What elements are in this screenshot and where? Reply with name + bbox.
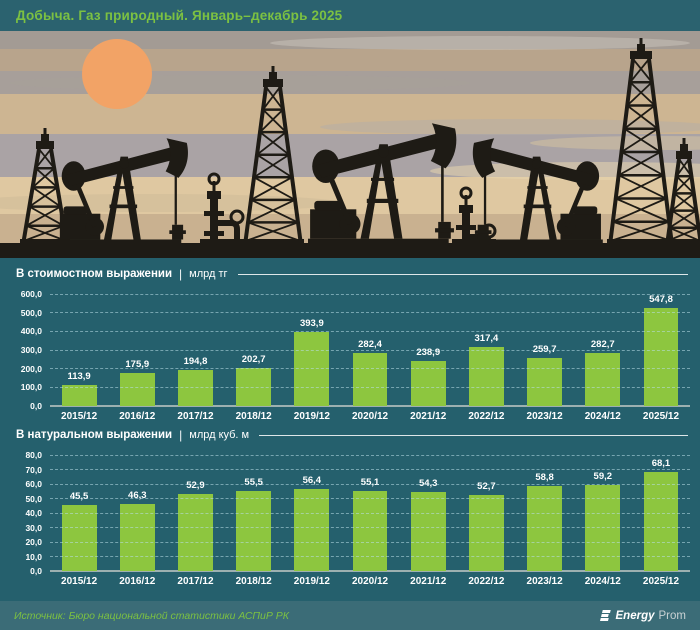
- gridline: [50, 387, 690, 388]
- x-axis-tick-label: 2017/12: [166, 411, 224, 422]
- chart-title: В стоимостном выражении: [16, 268, 172, 280]
- title-rule-line: [238, 274, 688, 275]
- gridline: [50, 527, 690, 528]
- chart-unit: млрд тг: [189, 268, 227, 280]
- x-axis-tick-label: 2023/12: [516, 576, 574, 587]
- bar: [62, 505, 97, 571]
- bar: [120, 373, 155, 406]
- x-axis-tick-label: 2023/12: [516, 411, 574, 422]
- oilfield-illustration: [0, 31, 700, 258]
- gridline: [50, 294, 690, 295]
- x-axis-tick-label: 2021/12: [399, 576, 457, 587]
- header-bar: Добыча. Газ природный. Январь–декабрь 20…: [0, 0, 700, 31]
- x-axis-tick-label: 2017/12: [166, 576, 224, 587]
- title-rule-line: [259, 435, 688, 436]
- gridline: [50, 469, 690, 470]
- energyprom-e-icon: [599, 609, 612, 622]
- gridline: [50, 484, 690, 485]
- chart-physical-terms: В натуральном выражении | млрд куб. м 45…: [14, 428, 692, 591]
- bar-value-label: 113,9: [67, 371, 90, 382]
- bar: [62, 385, 97, 406]
- bar: [353, 353, 388, 406]
- energyprom-logo: Energy Prom: [599, 609, 686, 622]
- bar: [644, 308, 679, 406]
- bar-value-label: 68,1: [652, 458, 671, 469]
- x-axis-tick-label: 2025/12: [632, 411, 690, 422]
- bar-value-label: 58,8: [535, 472, 554, 483]
- gridline: [50, 350, 690, 351]
- chart-title: В натуральном выражении: [16, 429, 172, 441]
- bar-value-label: 55,5: [244, 477, 263, 488]
- gridline: [50, 513, 690, 514]
- gridline: [50, 455, 690, 456]
- x-axis-tick-label: 2020/12: [341, 411, 399, 422]
- chart-unit: млрд куб. м: [189, 429, 249, 441]
- bar-value-label: 547,8: [649, 294, 673, 305]
- bar: [120, 504, 155, 571]
- x-axis-tick-label: 2015/12: [50, 411, 108, 422]
- x-axis-tick-label: 2022/12: [457, 576, 515, 587]
- bar: [469, 495, 504, 571]
- footer-bar: Источник: Бюро национальной статистики А…: [0, 601, 700, 630]
- gridline: [50, 542, 690, 543]
- x-axis-tick-label: 2021/12: [399, 411, 457, 422]
- x-axis-tick-label: 2024/12: [574, 411, 632, 422]
- bar-value-label: 45,5: [70, 491, 89, 502]
- title-divider: |: [179, 267, 182, 281]
- x-axis-tick-label: 2025/12: [632, 576, 690, 587]
- source-note: Источник: Бюро национальной статистики А…: [14, 610, 289, 622]
- cloud-streak: [10, 75, 470, 91]
- bar-value-label: 46,3: [128, 490, 147, 501]
- bar: [353, 491, 388, 571]
- x-axis-tick-label: 2018/12: [225, 411, 283, 422]
- bar-chart-plot: 113,9175,9194,8202,7393,9282,4238,9317,4…: [14, 294, 690, 406]
- bar: [294, 489, 329, 571]
- gridline: [50, 312, 690, 313]
- x-axis-tick-label: 2015/12: [50, 576, 108, 587]
- page-title: Добыча. Газ природный. Январь–декабрь 20…: [16, 8, 342, 23]
- bar: [585, 353, 620, 406]
- chart-header: В стоимостном выражении | млрд тг: [16, 267, 690, 281]
- x-axis-tick-label: 2016/12: [108, 576, 166, 587]
- oilfield-scene-svg: [0, 31, 700, 258]
- bar-value-label: 393,9: [300, 318, 324, 329]
- x-axis-tick-label: 2016/12: [108, 411, 166, 422]
- brand-name-bold: Energy: [616, 610, 655, 622]
- gridline: [50, 498, 690, 499]
- x-axis-tick-label: 2020/12: [341, 576, 399, 587]
- gridline: [50, 368, 690, 369]
- bar-value-label: 52,9: [186, 480, 205, 491]
- bar-chart-plot: 45,546,352,955,556,455,154,352,758,859,2…: [14, 455, 690, 571]
- bar-value-label: 56,4: [303, 475, 322, 486]
- x-axis-tick-label: 2019/12: [283, 411, 341, 422]
- chart-header: В натуральном выражении | млрд куб. м: [16, 428, 690, 442]
- bar: [469, 347, 504, 406]
- bar: [294, 332, 329, 406]
- gridline: [50, 556, 690, 557]
- x-axis-labels: 2015/122016/122017/122018/122019/122020/…: [50, 406, 690, 426]
- bar: [236, 491, 271, 571]
- bar: [411, 492, 446, 571]
- bar-value-label: 59,2: [594, 471, 613, 482]
- x-axis-tick-label: 2024/12: [574, 576, 632, 587]
- ground: [0, 243, 700, 258]
- charts-section: В стоимостном выражении | млрд тг 113,9 1…: [0, 258, 700, 591]
- infographic-poster: Добыча. Газ природный. Январь–декабрь 20…: [0, 0, 700, 630]
- cloud-streak: [270, 36, 690, 50]
- sun: [82, 39, 152, 109]
- gridline: [50, 331, 690, 332]
- bar-value-label: 202,7: [242, 354, 266, 365]
- bar-value-label: 194,8: [184, 356, 208, 367]
- bar-value-label: 317,4: [475, 333, 499, 344]
- bar-value-label: 52,7: [477, 481, 496, 492]
- brand-name-light: Prom: [659, 610, 686, 622]
- bar: [178, 494, 213, 571]
- title-divider: |: [179, 428, 182, 442]
- x-axis-tick-label: 2019/12: [283, 576, 341, 587]
- x-axis-labels: 2015/122016/122017/122018/122019/122020/…: [50, 571, 690, 591]
- x-axis-tick-label: 2022/12: [457, 411, 515, 422]
- x-axis-tick-label: 2018/12: [225, 576, 283, 587]
- chart-value-terms: В стоимостном выражении | млрд тг 113,9 1…: [14, 267, 692, 426]
- bar: [527, 358, 562, 406]
